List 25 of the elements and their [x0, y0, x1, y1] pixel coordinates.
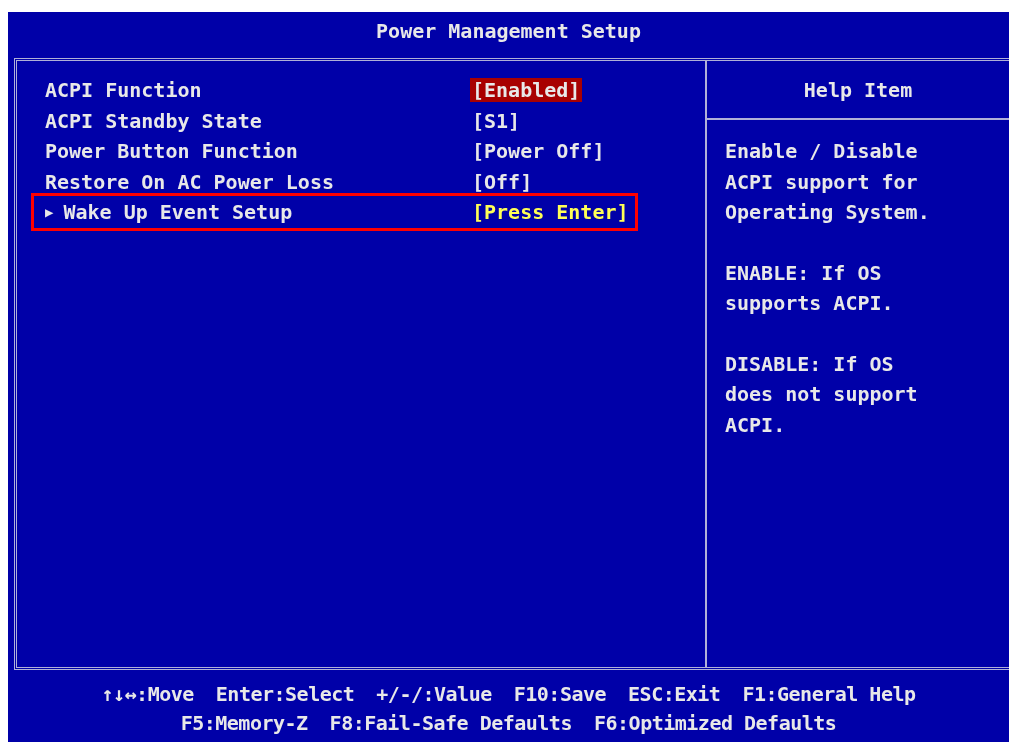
setting-label[interactable]: Restore On AC Power Loss: [45, 169, 334, 194]
key-hint: Enter:Select: [215, 681, 355, 708]
setting-value[interactable]: [Power Off]: [470, 139, 607, 164]
setting-value[interactable]: [Off]: [470, 169, 535, 194]
key-hint: ESC:Exit: [628, 681, 721, 708]
setting-value[interactable]: [S1]: [470, 108, 523, 133]
window-title: Power Management Setup: [376, 19, 641, 43]
help-text: ENABLE: If OS supports ACPI.: [725, 259, 895, 317]
setting-label[interactable]: ACPI Standby State: [45, 108, 262, 133]
key-hint: F5:Memory-Z: [180, 710, 308, 737]
submenu-marker-icon: ▶: [45, 204, 54, 221]
setting-label[interactable]: ACPI Function: [45, 78, 202, 103]
help-title: Help Item: [803, 77, 913, 102]
key-hint: F8:Fail-Safe Defaults: [329, 710, 572, 737]
key-hint: F6:Optimized Defaults: [593, 710, 837, 737]
setting-value[interactable]: [Press Enter]: [470, 200, 631, 225]
help-text: DISABLE: If OS does not support ACPI.: [725, 350, 919, 439]
setting-value[interactable]: [Enabled]: [470, 78, 583, 103]
setting-label[interactable]: Wake Up Event Setup: [63, 200, 293, 225]
setting-label[interactable]: Power Button Function: [45, 139, 298, 164]
key-hint: +/-/:Value: [376, 681, 492, 708]
help-text: Enable / Disable ACPI support for Operating System.: [725, 138, 931, 226]
key-hint: F1:General Help: [742, 681, 916, 708]
key-hint: F10:Save: [513, 681, 607, 708]
key-hint: ↑↓↔:Move: [101, 681, 194, 708]
